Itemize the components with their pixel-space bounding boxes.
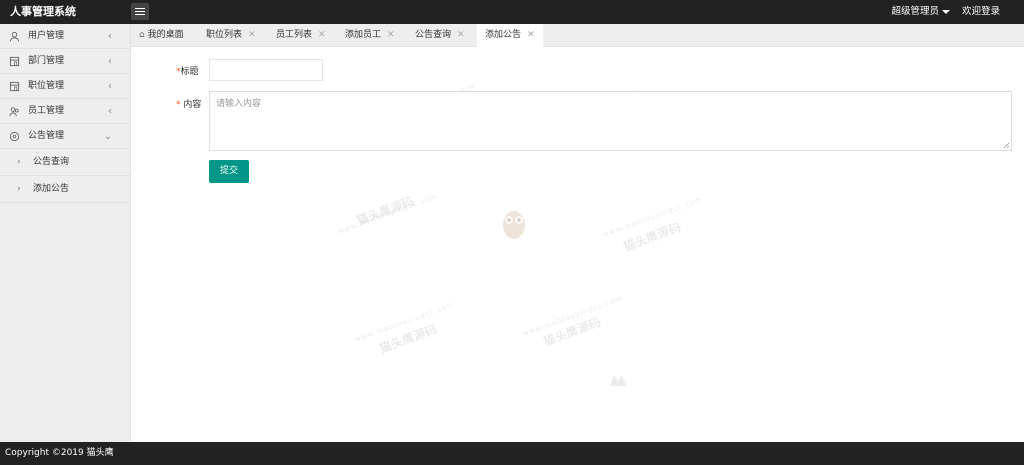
sidebar-item-label: 职位管理 [28,81,65,91]
owl-logo-icon [503,211,525,239]
tab-position-list[interactable]: 职位列表 ✕ [206,24,256,47]
title-label: *标题 [176,64,199,77]
home-icon: ⌂ [139,30,145,40]
caret-down-icon [942,9,950,14]
close-icon[interactable]: ✕ [387,30,395,40]
close-icon[interactable]: ✕ [318,30,326,40]
content-textarea[interactable]: 请输入内容 [209,91,1012,151]
sidebar-subitem-notice-query[interactable]: › 公告查询 [0,149,130,176]
app-title: 人事管理系统 [10,5,76,18]
sidebar-subitem-label: 添加公告 [33,184,70,194]
tab-add-employee[interactable]: 添加员工 ✕ [345,24,395,47]
chevron-right-icon: › [17,184,21,194]
welcome-link[interactable]: 欢迎登录 [962,0,1000,24]
sidebar-subitem-add-notice[interactable]: › 添加公告 [0,176,130,203]
building-icon [9,56,20,67]
chevron-left-icon: ‹ [108,106,112,117]
sidebar-item-positions[interactable]: 职位管理 ‹ [0,74,130,99]
chevron-down-icon: ⌄ [103,131,112,142]
content-placeholder: 请输入内容 [216,99,262,109]
notice-icon [9,131,20,142]
group-icon [9,107,19,117]
resize-handle-icon[interactable] [1003,142,1010,149]
sidebar-item-users[interactable]: 用户管理 ‹ [0,24,130,49]
chevron-left-icon: ‹ [108,31,112,42]
close-icon[interactable]: ✕ [457,30,465,40]
content-label-text: 内容 [183,100,202,110]
building-icon [9,81,20,92]
sidebar-item-label: 用户管理 [28,31,65,41]
user-icon [9,31,20,42]
close-icon[interactable]: ✕ [527,30,535,40]
tab-notice-query[interactable]: 公告查询 ✕ [415,24,465,47]
tab-label: 职位列表 [206,30,243,40]
sidebar-item-employees[interactable]: 员工管理 ‹ [0,99,130,124]
tab-bar: ⌂ 我的桌面 职位列表 ✕ 员工列表 ✕ 添加员工 ✕ 公告查询 ✕ 添加公告 ✕ [131,24,1024,47]
chevron-left-icon: ‹ [108,81,112,92]
top-bar: 人事管理系统 超级管理员 欢迎登录 [0,0,1024,24]
tab-desktop[interactable]: ⌂ 我的桌面 [139,24,184,47]
sidebar-item-label: 员工管理 [28,106,65,116]
watermark-text: 猫头鹰源码 [354,194,416,228]
sidebar-item-departments[interactable]: 部门管理 ‹ [0,49,130,74]
chevron-right-icon: › [17,157,21,167]
close-icon[interactable]: ✕ [248,30,256,40]
tab-add-notice[interactable]: 添加公告 ✕ [477,24,543,47]
tab-label: 添加员工 [345,30,382,40]
tab-label: 员工列表 [276,30,313,40]
menu-toggle-icon[interactable] [131,3,149,20]
tab-label: 添加公告 [485,30,522,40]
content-label: * 内容 [176,97,201,110]
tab-label: 我的桌面 [147,30,184,40]
title-label-text: 标题 [180,67,199,77]
sidebar-item-label: 公告管理 [28,131,65,141]
title-input[interactable] [209,59,323,81]
admin-dropdown[interactable]: 超级管理员 [891,0,950,24]
sidebar-item-notices[interactable]: 公告管理 ⌄ [0,124,130,149]
required-mark: * [176,100,181,110]
tab-label: 公告查询 [415,30,452,40]
owl-logo-icon [610,375,626,386]
tab-employee-list[interactable]: 员工列表 ✕ [276,24,326,47]
submit-button[interactable]: 提交 [209,160,249,183]
sidebar: 用户管理 ‹ 部门管理 ‹ 职位管理 ‹ 员工管理 ‹ 公告管理 ⌄ › 公告查询 › 添加公… [0,24,131,442]
footer-copyright: Copyright ©2019 猫头鹰 [0,442,1024,465]
admin-label: 超级管理员 [891,6,939,17]
sidebar-item-label: 部门管理 [28,56,65,66]
sidebar-subitem-label: 公告查询 [33,157,70,167]
chevron-left-icon: ‹ [108,56,112,67]
